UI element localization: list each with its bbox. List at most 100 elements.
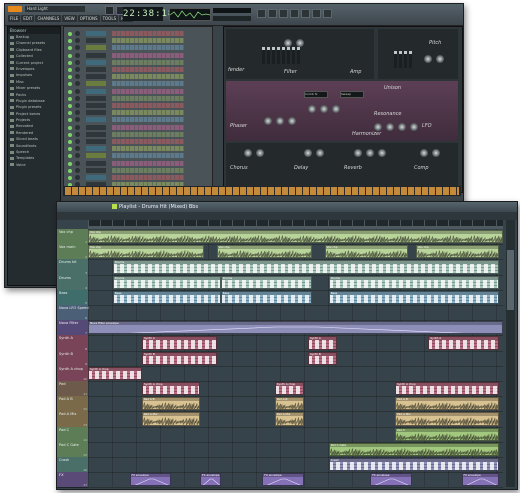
- channel-led-icon[interactable]: [68, 39, 72, 44]
- channel-led-icon[interactable]: [68, 154, 72, 159]
- pattern-clip[interactable]: Pad A Mix: [395, 412, 499, 426]
- sytrus-knob[interactable]: [386, 123, 394, 131]
- channel-volume-knob[interactable]: [75, 38, 80, 44]
- pattern-clip[interactable]: Pad A B: [395, 397, 499, 411]
- envelope-slider[interactable]: [292, 47, 295, 64]
- track-header[interactable]: Nova LFO Speed 6: [57, 305, 89, 322]
- pattern-clip[interactable]: Nova Filter envelope: [88, 321, 503, 335]
- menu-item-tools[interactable]: TOOLS: [100, 15, 119, 22]
- channel-name-button[interactable]: [86, 95, 106, 101]
- channel-steps[interactable]: [112, 52, 184, 58]
- envelope-slider[interactable]: [287, 47, 290, 64]
- channel-volume-knob[interactable]: [75, 81, 80, 87]
- pattern-clip[interactable]: FX envelope: [262, 473, 304, 487]
- channel-led-icon[interactable]: [68, 111, 72, 116]
- pattern-clip[interactable]: Pad A B: [141, 397, 201, 411]
- pitch-slider[interactable]: [394, 51, 397, 68]
- pattern-clip[interactable]: Drums: [220, 275, 313, 289]
- pattern-clip[interactable]: Pad C: [395, 427, 499, 441]
- pattern-clip[interactable]: Synth A chop: [88, 366, 142, 380]
- channel-name-button[interactable]: [86, 167, 106, 173]
- channel-name-button[interactable]: [86, 74, 106, 80]
- channel-steps[interactable]: [112, 31, 184, 36]
- channel-led-icon[interactable]: [68, 118, 72, 123]
- channel-led-icon[interactable]: [68, 125, 72, 130]
- sytrus-knob[interactable]: [410, 123, 418, 131]
- fl-logo-icon[interactable]: [8, 6, 22, 12]
- track-header[interactable]: Bass 5: [57, 289, 88, 306]
- track-header[interactable]: Synth A chop 10: [57, 365, 88, 382]
- channel-volume-knob[interactable]: [75, 67, 80, 72]
- channel-led-icon[interactable]: [68, 168, 72, 173]
- stepseq-icon[interactable]: [268, 9, 277, 18]
- channel-led-icon[interactable]: [68, 132, 72, 137]
- envelope-slider[interactable]: [272, 47, 275, 64]
- channel-steps[interactable]: [112, 139, 184, 144]
- pattern-clip[interactable]: Vox chp: [324, 245, 408, 259]
- track-lane[interactable]: Synth A Synth A Synth A: [88, 335, 503, 352]
- pattern-clip[interactable]: Synth A chop: [395, 382, 499, 396]
- envelope-slider[interactable]: [297, 47, 300, 64]
- track-lane[interactable]: Crash: [88, 457, 503, 474]
- track-lane[interactable]: [88, 305, 503, 322]
- sytrus-knob[interactable]: [308, 105, 316, 113]
- sytrus-knob[interactable]: [276, 117, 284, 125]
- channel-steps[interactable]: [112, 103, 184, 108]
- channel-led-icon[interactable]: [68, 53, 72, 58]
- track-lane[interactable]: Synth B Synth B: [88, 350, 503, 367]
- pattern-clip[interactable]: Synth A chop: [141, 382, 201, 396]
- vertical-scrollbar[interactable]: [506, 220, 515, 487]
- channel-led-icon[interactable]: [68, 147, 72, 152]
- track-lane[interactable]: Vox chp Vox chp Vox chp Vox chp: [88, 244, 503, 261]
- sytrus-knob[interactable]: [296, 39, 304, 47]
- channel-led-icon[interactable]: [68, 75, 72, 80]
- channel-led-icon[interactable]: [68, 96, 72, 101]
- track-header[interactable]: Synth A8: [57, 335, 88, 352]
- track-lane[interactable]: Pad C Gate: [88, 441, 503, 458]
- filter-type-select[interactable]: Comb fx: [304, 91, 328, 98]
- menu-item-edit[interactable]: EDIT: [21, 15, 35, 22]
- channel-led-icon[interactable]: [68, 46, 72, 51]
- channel-volume-knob[interactable]: [75, 74, 80, 80]
- channel-volume-knob[interactable]: [75, 167, 80, 173]
- pattern-clip[interactable]: Pad A B: [274, 397, 304, 411]
- pattern-clip[interactable]: Synth A: [428, 336, 499, 350]
- channel-led-icon[interactable]: [68, 140, 72, 144]
- pattern-clip[interactable]: Pad A Mix: [141, 412, 201, 426]
- help-icon[interactable]: [323, 9, 332, 18]
- channel-name-button[interactable]: [86, 67, 106, 72]
- channel-steps[interactable]: [112, 124, 184, 130]
- track-header[interactable]: Synth B9: [57, 350, 88, 367]
- channel-volume-knob[interactable]: [75, 103, 80, 108]
- pattern-clip[interactable]: Vox chp: [216, 245, 313, 259]
- sytrus-knob[interactable]: [366, 149, 374, 157]
- pattern-clip[interactable]: Synth A chop: [274, 382, 304, 396]
- channel-volume-knob[interactable]: [75, 175, 80, 180]
- envelope-slider[interactable]: [262, 47, 265, 64]
- scrollbar-thumb[interactable]: [507, 250, 514, 310]
- sytrus-knob[interactable]: [256, 149, 264, 157]
- channel-steps[interactable]: [112, 38, 184, 44]
- menu-item-options[interactable]: OPTIONS: [77, 15, 100, 22]
- pattern-clip[interactable]: Synth B: [307, 351, 337, 365]
- sytrus-knob[interactable]: [398, 123, 406, 131]
- pattern-clip[interactable]: Vox chp: [88, 245, 205, 259]
- channel-steps[interactable]: [112, 59, 184, 65]
- envelope-slider[interactable]: [282, 47, 285, 64]
- channel-name-button[interactable]: [86, 88, 106, 94]
- track-header[interactable]: Pad 11: [57, 381, 88, 398]
- channel-steps[interactable]: [112, 153, 184, 159]
- track-header[interactable]: FX 17: [57, 472, 88, 489]
- channel-name-button[interactable]: [86, 131, 106, 137]
- sytrus-knob[interactable]: [244, 149, 252, 157]
- track-lane[interactable]: FX envelope FX envelope FX envelope FX enve…: [88, 472, 503, 489]
- track-header[interactable]: Vox main 2: [57, 244, 88, 261]
- envelope-slider[interactable]: [267, 47, 270, 64]
- channel-led-icon[interactable]: [68, 60, 72, 65]
- sweep-select[interactable]: Sweep: [340, 91, 364, 98]
- pattern-clip[interactable]: FX envelope: [461, 473, 499, 487]
- track-lane[interactable]: Nova Filter envelope: [88, 320, 503, 337]
- sytrus-knob[interactable]: [374, 123, 382, 131]
- sytrus-knob[interactable]: [424, 55, 432, 63]
- sytrus-knob[interactable]: [264, 117, 272, 125]
